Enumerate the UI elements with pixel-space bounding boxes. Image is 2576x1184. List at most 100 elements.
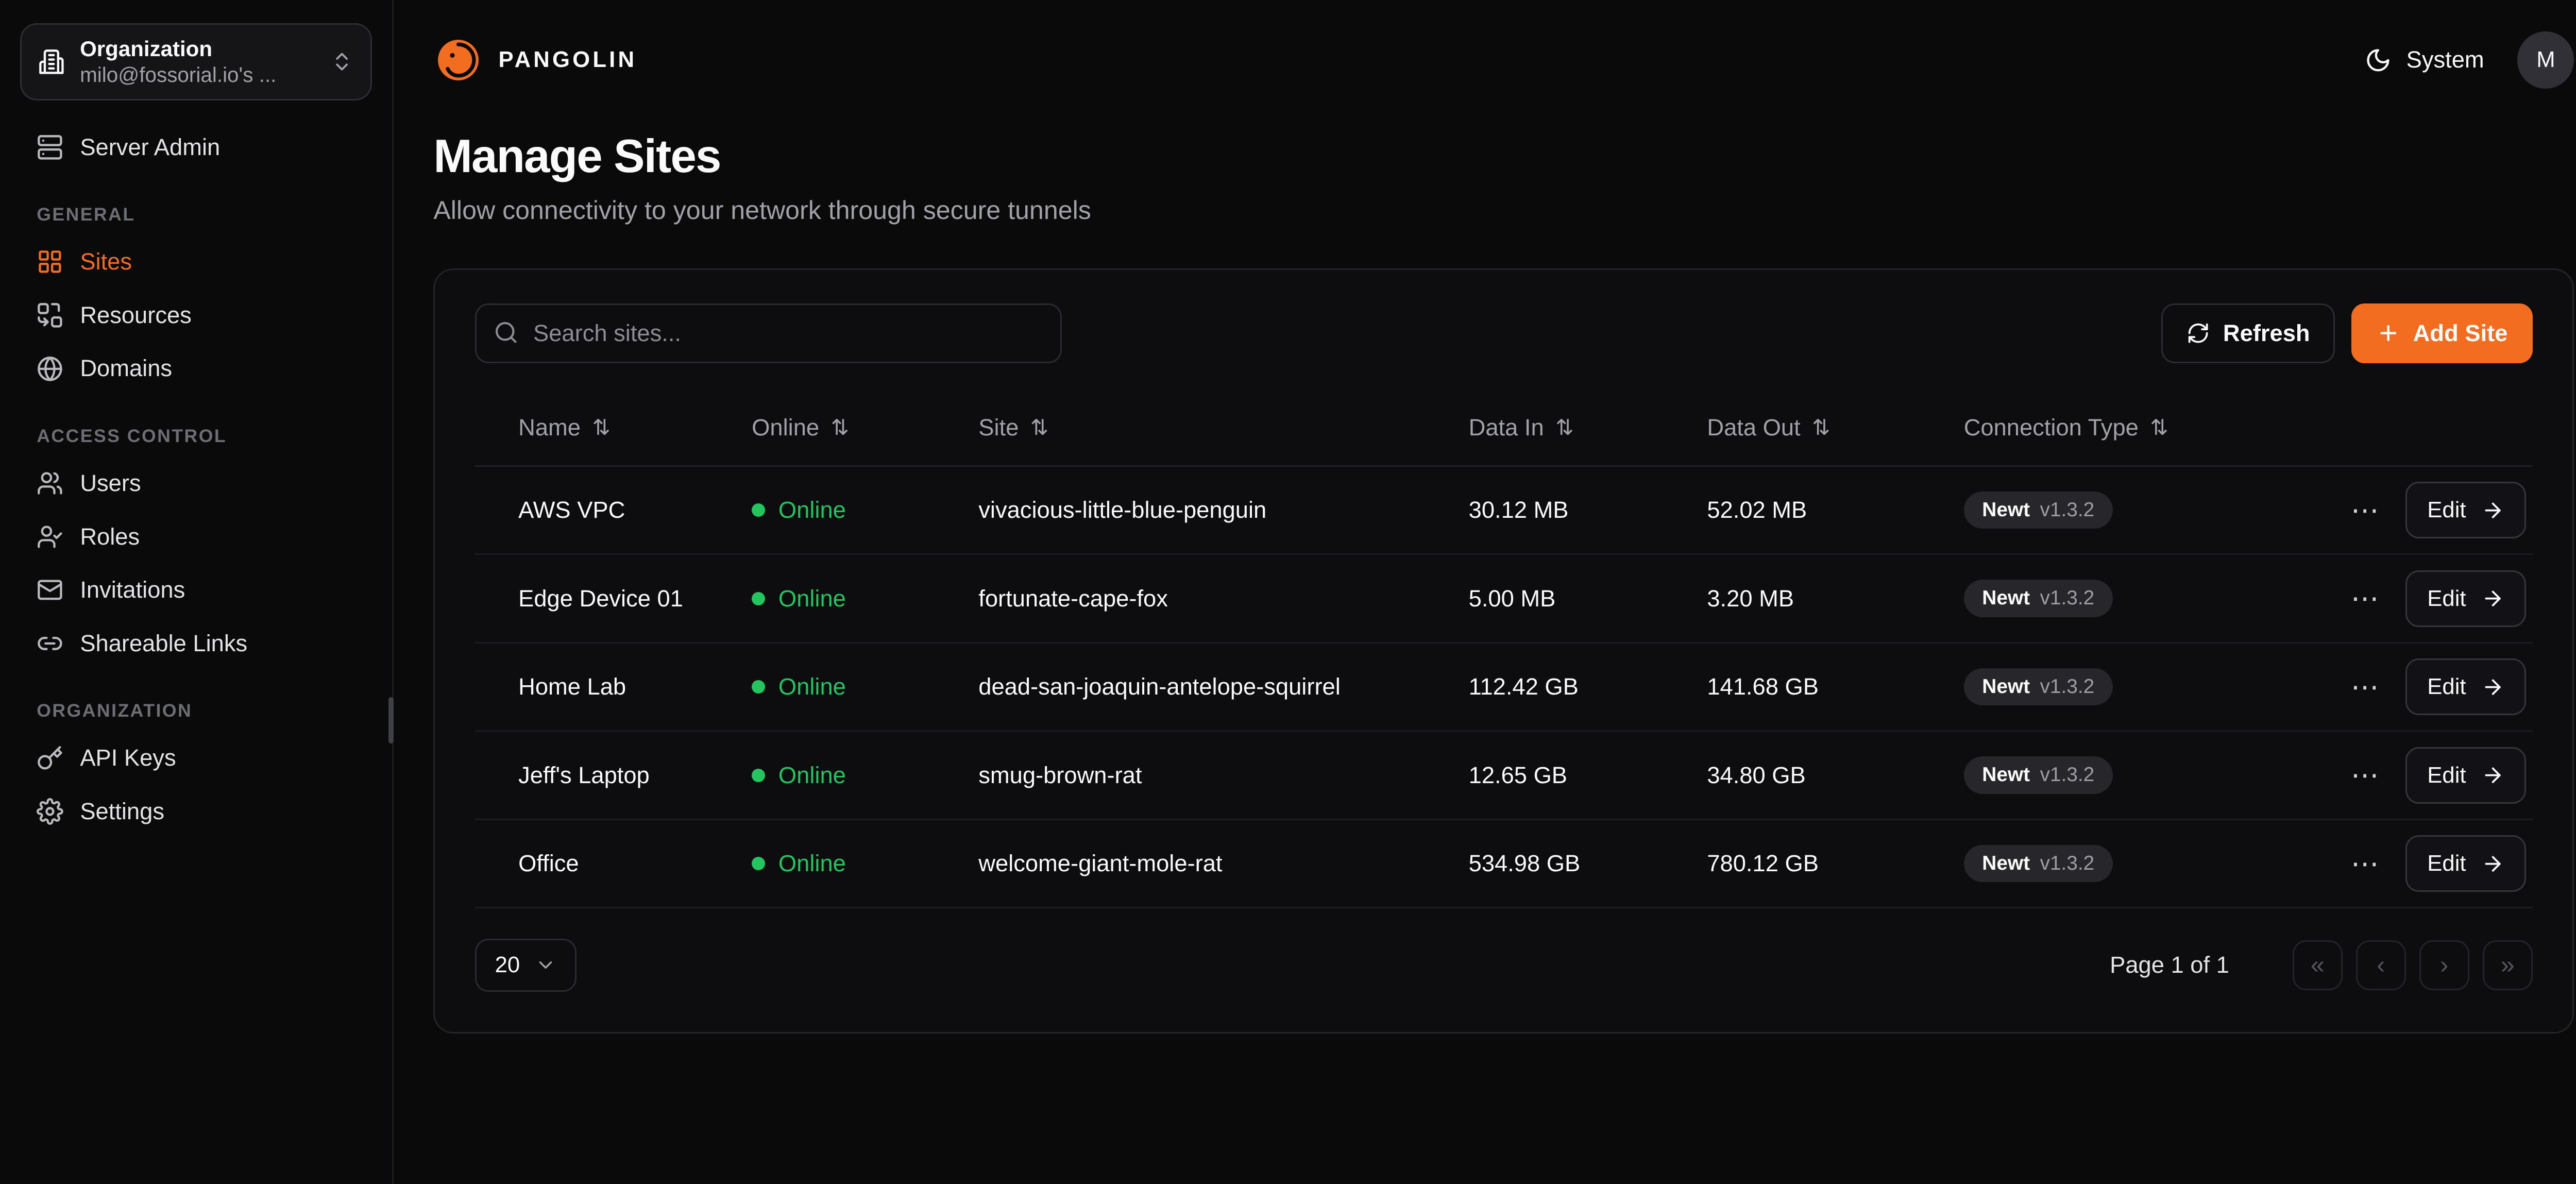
connection-type-cell: Newt v1.3.2 (1964, 756, 2323, 793)
sidebar-item-label: Users (80, 470, 141, 497)
sidebar-item-users[interactable]: Users (20, 456, 372, 510)
plus-icon (2377, 322, 2400, 345)
refresh-icon (2187, 322, 2210, 345)
sidebar-item-sites[interactable]: Sites (20, 235, 372, 289)
sort-icon: ⇅ (2150, 417, 2168, 438)
add-site-button[interactable]: Add Site (2351, 303, 2532, 363)
connection-name: Newt (1982, 586, 2030, 611)
site-status-cell: Online (752, 497, 978, 523)
sidebar-scrollbar-thumb[interactable] (388, 697, 394, 744)
table-row: Office Online welcome-giant-mole-rat 534… (475, 820, 2533, 909)
sidebar-item-invitations[interactable]: Invitations (20, 563, 372, 617)
sidebar-item-label: Settings (80, 798, 164, 825)
column-header-name[interactable]: Name ⇅ (518, 414, 752, 441)
sites-toolbar: Refresh Add Site (475, 303, 2533, 363)
connection-name: Newt (1982, 498, 2030, 522)
edit-button[interactable]: Edit (2405, 747, 2526, 804)
users-icon (37, 470, 63, 497)
sidebar-item-api-keys[interactable]: API Keys (20, 732, 372, 785)
connection-type-badge: Newt v1.3.2 (1964, 845, 2113, 882)
data-in-cell: 30.12 MB (1469, 497, 1707, 523)
column-header-data-out[interactable]: Data Out ⇅ (1707, 414, 1963, 441)
connection-version: v1.3.2 (2040, 763, 2094, 787)
column-header-data-in[interactable]: Data In ⇅ (1469, 414, 1707, 441)
search-input[interactable] (475, 303, 1062, 363)
sidebar-item-settings[interactable]: Settings (20, 785, 372, 838)
table-row: AWS VPC Online vivacious-little-blue-pen… (475, 467, 2533, 555)
data-out-cell: 141.68 GB (1707, 673, 1963, 700)
sort-icon: ⇅ (592, 417, 611, 438)
row-menu-button[interactable]: ⋯ (2347, 578, 2382, 619)
online-status-label: Online (778, 585, 846, 612)
column-header-connection-type[interactable]: Connection Type ⇅ (1964, 414, 2323, 441)
chevron-down-icon (535, 954, 556, 976)
user-avatar[interactable]: M (2517, 31, 2574, 88)
key-icon (37, 745, 63, 772)
connection-type-cell: Newt v1.3.2 (1964, 492, 2323, 529)
online-status-label: Online (778, 762, 846, 789)
toolbar-actions: Refresh Add Site (2161, 303, 2532, 363)
sort-icon: ⇅ (1030, 417, 1048, 438)
sidebar-item-label: Server Admin (80, 134, 220, 161)
page-title: Manage Sites (433, 130, 2574, 183)
page-size-value: 20 (495, 952, 520, 978)
table-header-row: Name ⇅ Online ⇅ Site ⇅ Data In (475, 390, 2533, 467)
edit-label: Edit (2427, 674, 2466, 700)
sort-icon: ⇅ (1812, 417, 1830, 438)
refresh-button[interactable]: Refresh (2161, 303, 2334, 363)
online-status-dot (752, 680, 765, 694)
site-name-cell: AWS VPC (518, 497, 752, 523)
sidebar-nav: Server Admin GENERAL Sites Resources (20, 121, 372, 838)
table-row: Edge Device 01 Online fortunate-cape-fox… (475, 555, 2533, 644)
online-status-label: Online (778, 497, 846, 523)
pangolin-logo-icon (433, 35, 483, 85)
column-header-site[interactable]: Site ⇅ (978, 414, 1468, 441)
section-label-general: GENERAL (37, 204, 355, 225)
sidebar-item-label: Sites (80, 248, 132, 275)
page-size-select[interactable]: 20 (475, 939, 577, 992)
row-actions-cell: ⋯ Edit (2323, 570, 2526, 627)
sidebar-item-label: API Keys (80, 745, 176, 771)
prev-page-button[interactable]: ‹ (2356, 940, 2406, 990)
connection-name: Newt (1982, 675, 2030, 699)
row-menu-button[interactable]: ⋯ (2347, 754, 2382, 796)
site-tunnel-cell: smug-brown-rat (978, 762, 1468, 789)
sidebar-item-domains[interactable]: Domains (20, 342, 372, 396)
brand-link[interactable]: PANGOLIN (433, 35, 637, 85)
sidebar-item-label: Domains (80, 355, 172, 382)
first-page-button[interactable]: « (2293, 940, 2343, 990)
theme-toggle-button[interactable]: System (2365, 46, 2484, 73)
edit-label: Edit (2427, 763, 2466, 788)
sidebar-item-resources[interactable]: Resources (20, 289, 372, 342)
row-menu-button[interactable]: ⋯ (2347, 843, 2382, 885)
data-in-cell: 5.00 MB (1469, 585, 1707, 612)
next-page-button[interactable]: › (2419, 940, 2469, 990)
edit-button[interactable]: Edit (2405, 482, 2526, 538)
row-menu-button[interactable]: ⋯ (2347, 666, 2382, 708)
site-name-cell: Office (518, 850, 752, 877)
last-page-button[interactable]: » (2483, 940, 2533, 990)
connection-version: v1.3.2 (2040, 498, 2094, 522)
row-menu-button[interactable]: ⋯ (2347, 489, 2382, 531)
globe-icon (37, 356, 63, 382)
edit-button[interactable]: Edit (2405, 658, 2526, 715)
data-out-cell: 780.12 GB (1707, 850, 1963, 877)
online-status-dot (752, 857, 765, 870)
connection-type-badge: Newt v1.3.2 (1964, 580, 2113, 617)
sidebar-item-roles[interactable]: Roles (20, 510, 372, 564)
site-tunnel-cell: fortunate-cape-fox (978, 585, 1468, 612)
add-site-label: Add Site (2413, 320, 2508, 347)
search-box (475, 303, 1062, 363)
connection-type-badge: Newt v1.3.2 (1964, 756, 2113, 793)
org-title: Organization (80, 37, 315, 61)
online-status-dot (752, 503, 765, 517)
column-header-online[interactable]: Online ⇅ (752, 414, 978, 441)
edit-button[interactable]: Edit (2405, 835, 2526, 892)
refresh-label: Refresh (2223, 320, 2310, 347)
org-selector[interactable]: Organization milo@fossorial.io's ... (20, 23, 372, 100)
site-tunnel-cell: vivacious-little-blue-penguin (978, 497, 1468, 523)
arrow-right-icon (2481, 675, 2504, 699)
sidebar-item-server-admin[interactable]: Server Admin (20, 121, 372, 174)
edit-button[interactable]: Edit (2405, 570, 2526, 627)
sidebar-item-shareable-links[interactable]: Shareable Links (20, 617, 372, 670)
